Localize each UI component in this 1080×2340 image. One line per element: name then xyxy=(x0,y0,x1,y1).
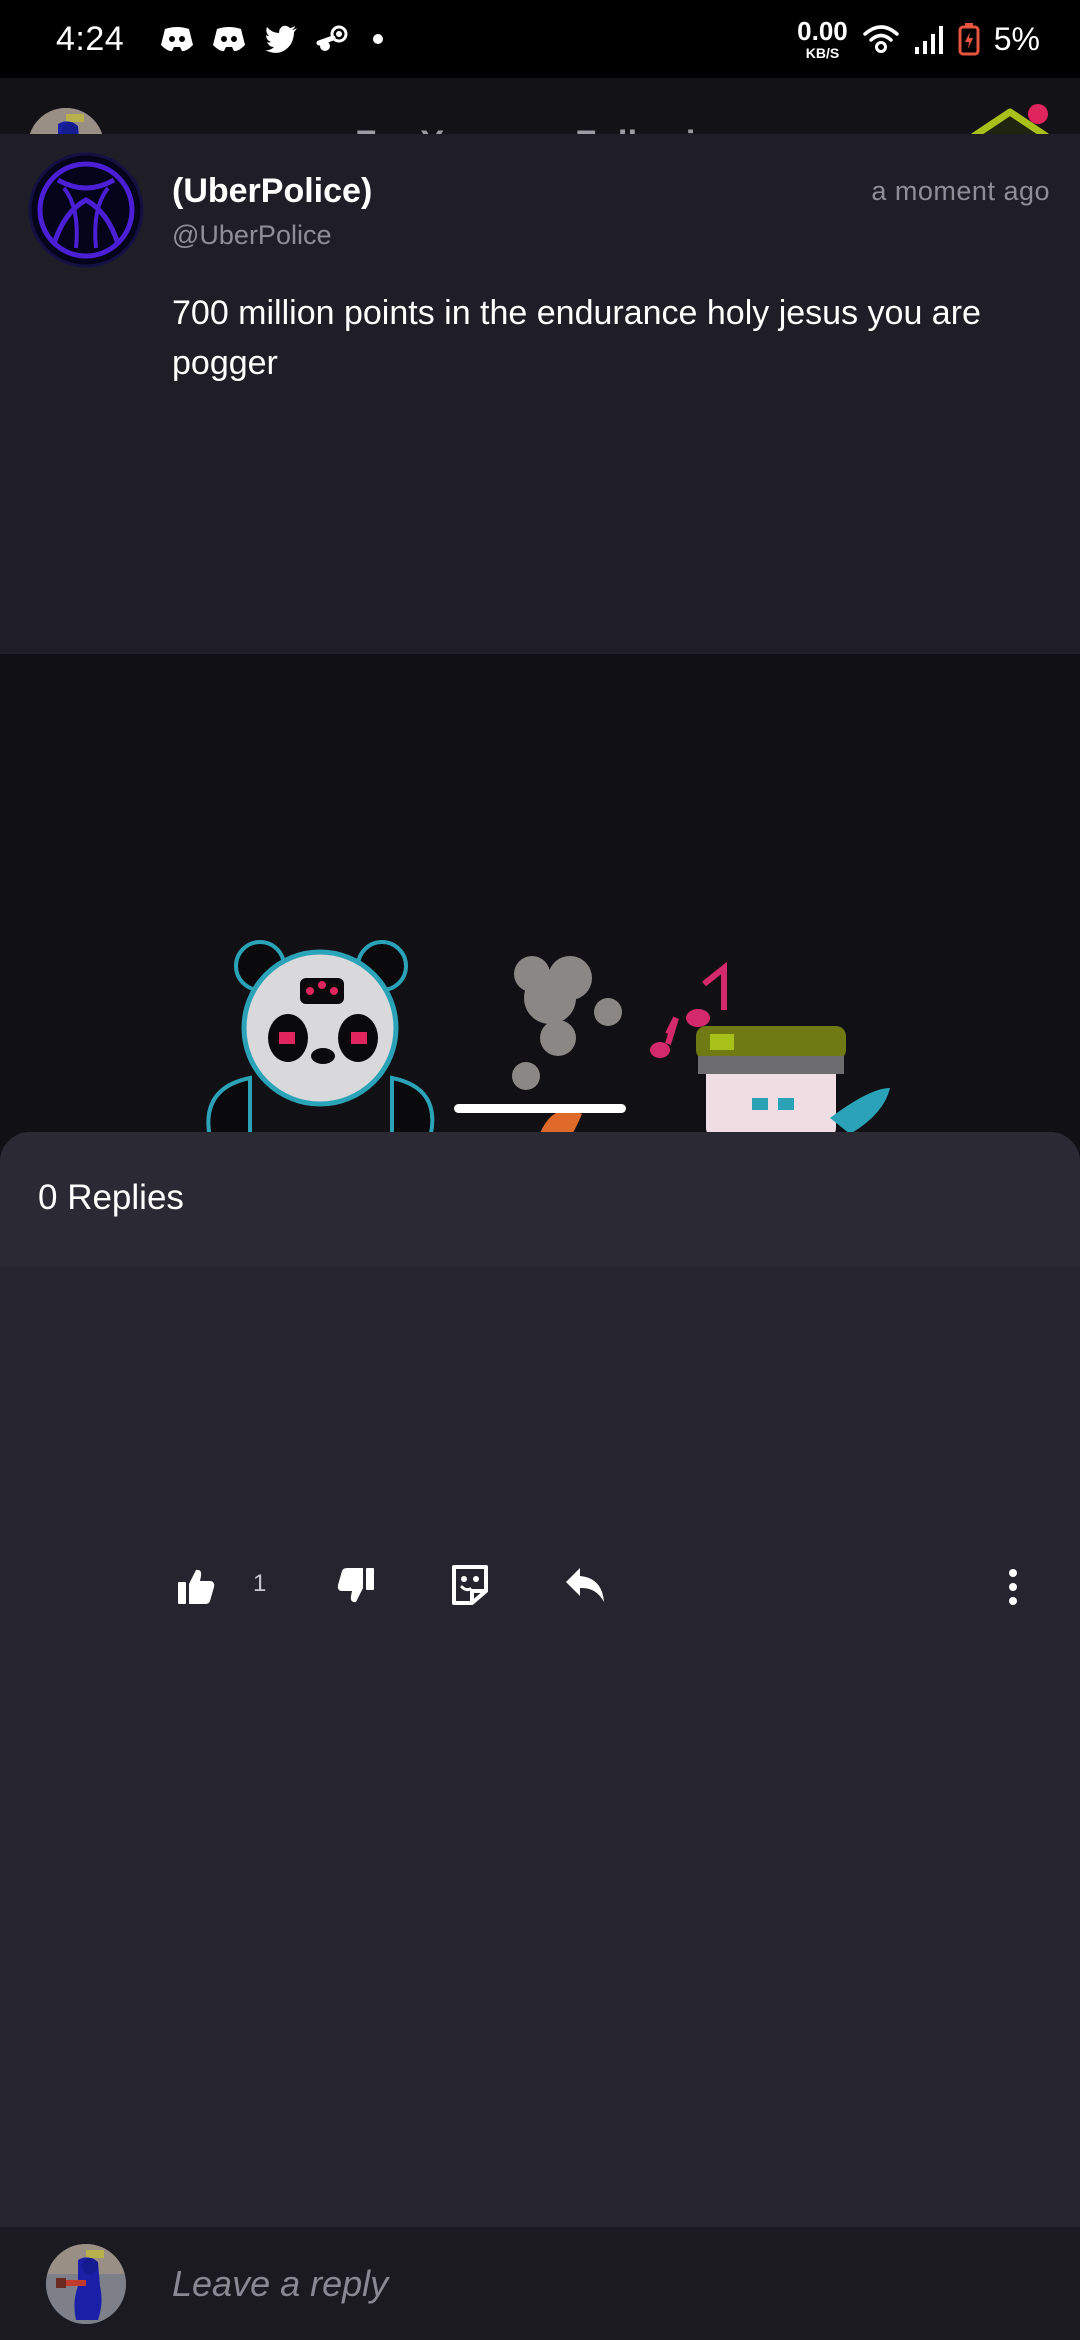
status-bar: 4:24 0.00 KB/S 5% xyxy=(0,0,1080,78)
comment-avatar[interactable] xyxy=(28,152,144,268)
status-right: 0.00 KB/S 5% xyxy=(797,18,1040,60)
comment-timestamp: a moment ago xyxy=(871,176,1050,206)
reply-user-avatar xyxy=(46,2244,126,2324)
sheet-header: 0 Replies xyxy=(0,1132,1080,1266)
reply-icon[interactable] xyxy=(564,1566,606,1604)
like-icon[interactable] xyxy=(176,1566,216,1606)
battery-icon xyxy=(958,23,980,56)
status-time: 4:24 xyxy=(56,19,125,58)
replies-count: 0 Replies xyxy=(38,1178,184,1217)
sheet-empty-area xyxy=(0,1653,1080,2227)
net-speed-unit: KB/S xyxy=(805,45,840,61)
screen: 4:24 0.00 KB/S 5% 0 Replies (UberPolice)… xyxy=(0,0,1080,2340)
steam-icon xyxy=(316,25,348,51)
comment-card xyxy=(0,134,1080,654)
sticker-icon[interactable] xyxy=(450,1563,490,1607)
net-speed-value: 0.00 xyxy=(797,16,848,46)
sheet-drag-handle[interactable] xyxy=(454,1104,626,1113)
notification-dot xyxy=(1028,104,1048,124)
comment-author-handle[interactable]: @UberPolice xyxy=(172,220,331,251)
signal-icon xyxy=(914,26,943,54)
net-speed: 0.00 KB/S xyxy=(797,18,848,60)
discord-icon xyxy=(161,27,193,52)
wifi-icon xyxy=(863,25,899,53)
dislike-icon[interactable] xyxy=(336,1566,376,1606)
discord-icon xyxy=(213,27,245,52)
comment-body: 700 million points in the endurance holy… xyxy=(172,294,981,382)
notification-icons xyxy=(160,25,388,53)
dot-icon xyxy=(373,34,383,44)
avatar-image xyxy=(46,2244,126,2324)
more-options-icon[interactable] xyxy=(1006,1568,1020,1606)
comment-author-name[interactable]: (UberPolice) xyxy=(172,172,372,211)
like-count: 1 xyxy=(253,1570,267,1597)
reply-input[interactable] xyxy=(172,2258,1032,2310)
battery-percent: 5% xyxy=(993,20,1040,57)
twitter-icon xyxy=(265,25,297,53)
